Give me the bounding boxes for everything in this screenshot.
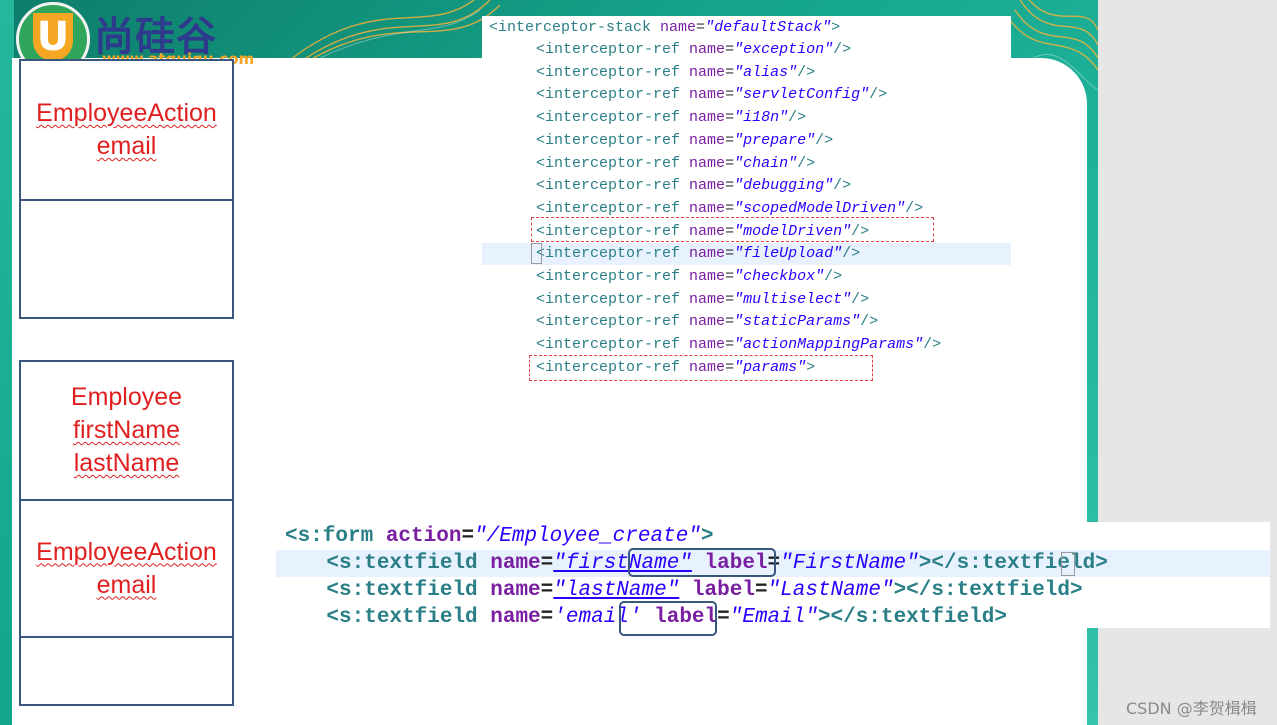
code-line-textfield: <s:textfield name='email' label="Email">… — [326, 606, 1007, 629]
class-label: EmployeeAction — [36, 537, 217, 566]
highlight-firstname — [628, 548, 776, 577]
value-stack-box-top: EmployeeAction email — [19, 59, 234, 319]
text-cursor — [531, 243, 542, 264]
code-line-interceptor-ref: <interceptor-ref name="prepare"/> — [536, 131, 834, 149]
xml-code-panel: <interceptor-stack name="defaultStack"> … — [482, 16, 1011, 382]
code-line-interceptor-ref: <interceptor-ref name="multiselect"/> — [536, 290, 870, 308]
csdn-watermark: CSDN @李贺楫楫 — [1126, 699, 1257, 718]
code-line-form: <s:form action="/Employee_create"> — [285, 525, 714, 548]
value-stack-box-bottom: Employee firstName lastName EmployeeActi… — [19, 360, 234, 706]
stack-cell-model: Employee firstName lastName — [21, 362, 232, 501]
stack-cell-empty — [21, 201, 232, 317]
class-label: EmployeeAction — [36, 99, 217, 127]
property-label: firstName — [73, 416, 180, 444]
property-label: email — [96, 132, 157, 160]
code-line-interceptor-ref: <interceptor-ref name="servletConfig"/> — [536, 86, 888, 104]
code-line-interceptor-ref: <interceptor-ref name="chain"/> — [536, 154, 816, 172]
code-line-interceptor-ref: <interceptor-ref name="staticParams"/> — [536, 313, 879, 331]
stack-cell-action: EmployeeAction email — [21, 61, 232, 201]
highlight-params — [529, 355, 873, 381]
stack-cell-action: EmployeeAction email — [21, 501, 232, 638]
code-line-interceptor-ref: <interceptor-ref name="alias"/> — [536, 63, 816, 81]
code-line-interceptor-ref: <interceptor-ref name="i18n"/> — [536, 109, 807, 127]
code-line-interceptor-ref: <interceptor-ref name="checkbox"/> — [536, 268, 843, 285]
class-label: Employee — [70, 383, 183, 411]
code-line-interceptor-ref: <interceptor-ref name="fileUpload"/> — [482, 243, 1011, 266]
property-label: lastName — [73, 449, 180, 477]
code-line-textfield: <s:textfield name="lastName" label="Last… — [326, 579, 1083, 602]
code-line-interceptor-ref: <interceptor-ref name="exception"/> — [536, 41, 852, 58]
text-cursor — [1061, 552, 1075, 576]
code-line-interceptor-ref: <interceptor-ref name="actionMappingPara… — [536, 336, 942, 354]
code-line-interceptor-ref: <interceptor-ref name="debugging"/> — [536, 177, 852, 195]
logo-u-mark: U — [33, 13, 73, 61]
stack-cell-empty — [21, 638, 232, 704]
highlight-email — [619, 601, 717, 636]
property-label: email — [96, 570, 157, 599]
code-line-stack-open: <interceptor-stack name="defaultStack"> — [489, 19, 841, 36]
highlight-modeldriven — [531, 217, 934, 242]
